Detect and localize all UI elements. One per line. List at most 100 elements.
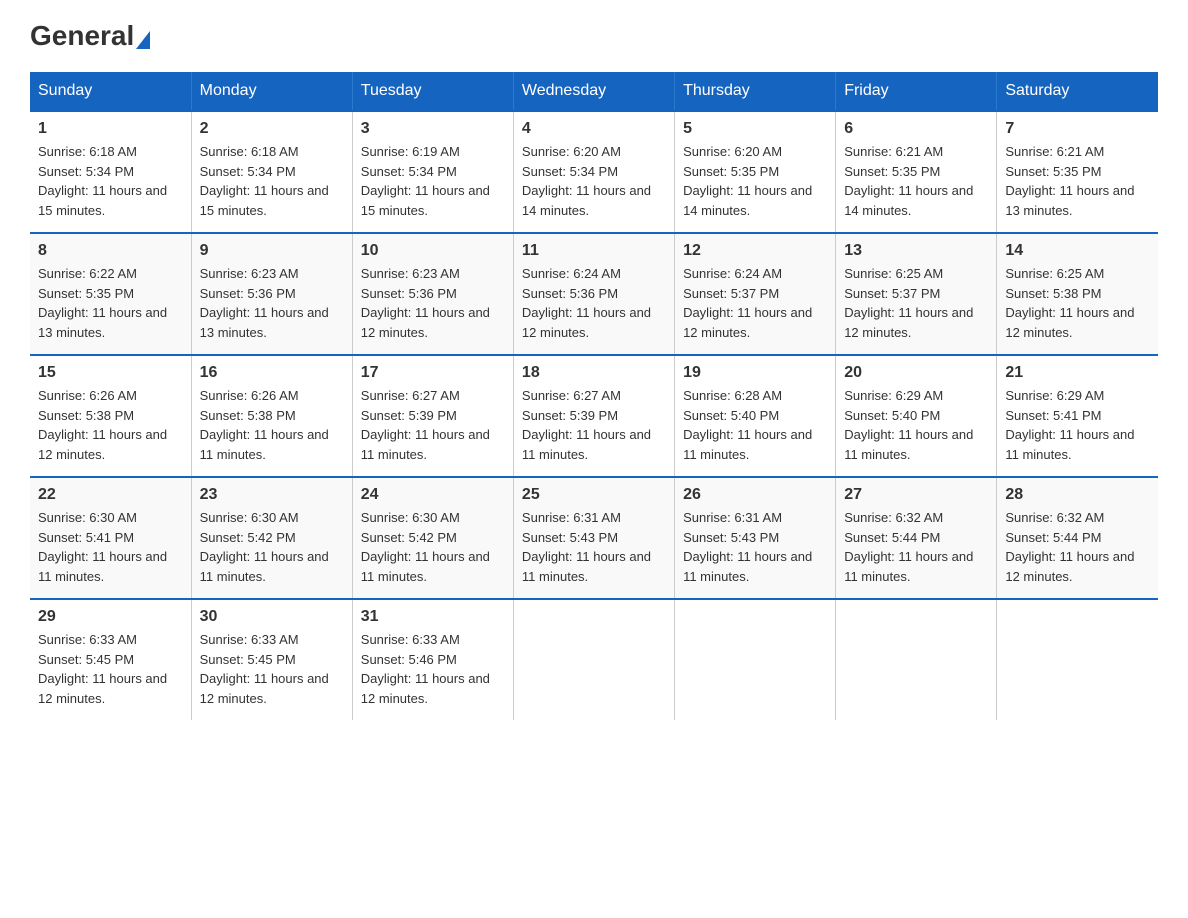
day-number: 24 <box>361 486 505 504</box>
header-sunday: Sunday <box>30 72 191 111</box>
logo: General <box>30 20 152 52</box>
day-info: Sunrise: 6:24 AM Sunset: 5:36 PM Dayligh… <box>522 264 666 342</box>
day-info: Sunrise: 6:30 AM Sunset: 5:42 PM Dayligh… <box>361 508 505 586</box>
calendar-cell: 1 Sunrise: 6:18 AM Sunset: 5:34 PM Dayli… <box>30 111 191 233</box>
calendar-cell: 15 Sunrise: 6:26 AM Sunset: 5:38 PM Dayl… <box>30 355 191 477</box>
calendar-cell: 29 Sunrise: 6:33 AM Sunset: 5:45 PM Dayl… <box>30 599 191 720</box>
day-number: 30 <box>200 608 344 626</box>
day-number: 7 <box>1005 120 1150 138</box>
day-number: 21 <box>1005 364 1150 382</box>
day-number: 29 <box>38 608 183 626</box>
day-info: Sunrise: 6:18 AM Sunset: 5:34 PM Dayligh… <box>38 142 183 220</box>
calendar-cell: 17 Sunrise: 6:27 AM Sunset: 5:39 PM Dayl… <box>352 355 513 477</box>
calendar-cell: 23 Sunrise: 6:30 AM Sunset: 5:42 PM Dayl… <box>191 477 352 599</box>
calendar-cell: 16 Sunrise: 6:26 AM Sunset: 5:38 PM Dayl… <box>191 355 352 477</box>
day-info: Sunrise: 6:20 AM Sunset: 5:35 PM Dayligh… <box>683 142 827 220</box>
calendar-week-row: 15 Sunrise: 6:26 AM Sunset: 5:38 PM Dayl… <box>30 355 1158 477</box>
day-info: Sunrise: 6:24 AM Sunset: 5:37 PM Dayligh… <box>683 264 827 342</box>
day-number: 3 <box>361 120 505 138</box>
day-info: Sunrise: 6:18 AM Sunset: 5:34 PM Dayligh… <box>200 142 344 220</box>
day-number: 27 <box>844 486 988 504</box>
header-friday: Friday <box>836 72 997 111</box>
calendar-cell: 8 Sunrise: 6:22 AM Sunset: 5:35 PM Dayli… <box>30 233 191 355</box>
day-number: 6 <box>844 120 988 138</box>
day-number: 4 <box>522 120 666 138</box>
day-number: 26 <box>683 486 827 504</box>
day-info: Sunrise: 6:29 AM Sunset: 5:40 PM Dayligh… <box>844 386 988 464</box>
day-info: Sunrise: 6:28 AM Sunset: 5:40 PM Dayligh… <box>683 386 827 464</box>
day-number: 25 <box>522 486 666 504</box>
day-info: Sunrise: 6:21 AM Sunset: 5:35 PM Dayligh… <box>844 142 988 220</box>
day-number: 22 <box>38 486 183 504</box>
calendar-cell: 9 Sunrise: 6:23 AM Sunset: 5:36 PM Dayli… <box>191 233 352 355</box>
calendar-header-row: SundayMondayTuesdayWednesdayThursdayFrid… <box>30 72 1158 111</box>
day-info: Sunrise: 6:26 AM Sunset: 5:38 PM Dayligh… <box>38 386 183 464</box>
day-number: 19 <box>683 364 827 382</box>
day-number: 12 <box>683 242 827 260</box>
calendar-cell: 3 Sunrise: 6:19 AM Sunset: 5:34 PM Dayli… <box>352 111 513 233</box>
calendar-cell: 10 Sunrise: 6:23 AM Sunset: 5:36 PM Dayl… <box>352 233 513 355</box>
calendar-week-row: 8 Sunrise: 6:22 AM Sunset: 5:35 PM Dayli… <box>30 233 1158 355</box>
calendar-week-row: 29 Sunrise: 6:33 AM Sunset: 5:45 PM Dayl… <box>30 599 1158 720</box>
day-number: 13 <box>844 242 988 260</box>
calendar-cell: 20 Sunrise: 6:29 AM Sunset: 5:40 PM Dayl… <box>836 355 997 477</box>
day-info: Sunrise: 6:23 AM Sunset: 5:36 PM Dayligh… <box>361 264 505 342</box>
calendar-cell: 19 Sunrise: 6:28 AM Sunset: 5:40 PM Dayl… <box>675 355 836 477</box>
day-number: 31 <box>361 608 505 626</box>
day-number: 8 <box>38 242 183 260</box>
day-number: 1 <box>38 120 183 138</box>
header-monday: Monday <box>191 72 352 111</box>
day-info: Sunrise: 6:25 AM Sunset: 5:37 PM Dayligh… <box>844 264 988 342</box>
calendar-cell: 7 Sunrise: 6:21 AM Sunset: 5:35 PM Dayli… <box>997 111 1158 233</box>
day-number: 23 <box>200 486 344 504</box>
day-info: Sunrise: 6:27 AM Sunset: 5:39 PM Dayligh… <box>522 386 666 464</box>
calendar-cell: 12 Sunrise: 6:24 AM Sunset: 5:37 PM Dayl… <box>675 233 836 355</box>
calendar-cell <box>675 599 836 720</box>
day-info: Sunrise: 6:32 AM Sunset: 5:44 PM Dayligh… <box>844 508 988 586</box>
calendar-cell: 28 Sunrise: 6:32 AM Sunset: 5:44 PM Dayl… <box>997 477 1158 599</box>
calendar-week-row: 1 Sunrise: 6:18 AM Sunset: 5:34 PM Dayli… <box>30 111 1158 233</box>
calendar-cell: 5 Sunrise: 6:20 AM Sunset: 5:35 PM Dayli… <box>675 111 836 233</box>
day-info: Sunrise: 6:33 AM Sunset: 5:45 PM Dayligh… <box>38 630 183 708</box>
header-thursday: Thursday <box>675 72 836 111</box>
day-number: 2 <box>200 120 344 138</box>
day-info: Sunrise: 6:23 AM Sunset: 5:36 PM Dayligh… <box>200 264 344 342</box>
day-info: Sunrise: 6:30 AM Sunset: 5:42 PM Dayligh… <box>200 508 344 586</box>
day-number: 5 <box>683 120 827 138</box>
calendar-week-row: 22 Sunrise: 6:30 AM Sunset: 5:41 PM Dayl… <box>30 477 1158 599</box>
calendar-cell <box>513 599 674 720</box>
calendar-cell: 13 Sunrise: 6:25 AM Sunset: 5:37 PM Dayl… <box>836 233 997 355</box>
day-info: Sunrise: 6:33 AM Sunset: 5:45 PM Dayligh… <box>200 630 344 708</box>
day-info: Sunrise: 6:26 AM Sunset: 5:38 PM Dayligh… <box>200 386 344 464</box>
day-info: Sunrise: 6:31 AM Sunset: 5:43 PM Dayligh… <box>522 508 666 586</box>
page-header: General <box>30 20 1158 52</box>
day-number: 16 <box>200 364 344 382</box>
day-info: Sunrise: 6:22 AM Sunset: 5:35 PM Dayligh… <box>38 264 183 342</box>
calendar-cell: 11 Sunrise: 6:24 AM Sunset: 5:36 PM Dayl… <box>513 233 674 355</box>
day-number: 14 <box>1005 242 1150 260</box>
calendar-cell: 25 Sunrise: 6:31 AM Sunset: 5:43 PM Dayl… <box>513 477 674 599</box>
day-number: 10 <box>361 242 505 260</box>
day-number: 28 <box>1005 486 1150 504</box>
day-number: 11 <box>522 242 666 260</box>
header-tuesday: Tuesday <box>352 72 513 111</box>
day-info: Sunrise: 6:19 AM Sunset: 5:34 PM Dayligh… <box>361 142 505 220</box>
calendar-cell: 24 Sunrise: 6:30 AM Sunset: 5:42 PM Dayl… <box>352 477 513 599</box>
calendar-table: SundayMondayTuesdayWednesdayThursdayFrid… <box>30 72 1158 720</box>
day-number: 17 <box>361 364 505 382</box>
day-info: Sunrise: 6:30 AM Sunset: 5:41 PM Dayligh… <box>38 508 183 586</box>
day-info: Sunrise: 6:31 AM Sunset: 5:43 PM Dayligh… <box>683 508 827 586</box>
calendar-cell: 14 Sunrise: 6:25 AM Sunset: 5:38 PM Dayl… <box>997 233 1158 355</box>
day-info: Sunrise: 6:21 AM Sunset: 5:35 PM Dayligh… <box>1005 142 1150 220</box>
calendar-cell: 30 Sunrise: 6:33 AM Sunset: 5:45 PM Dayl… <box>191 599 352 720</box>
day-number: 15 <box>38 364 183 382</box>
logo-triangle-icon <box>136 31 150 49</box>
calendar-cell: 22 Sunrise: 6:30 AM Sunset: 5:41 PM Dayl… <box>30 477 191 599</box>
header-wednesday: Wednesday <box>513 72 674 111</box>
day-info: Sunrise: 6:27 AM Sunset: 5:39 PM Dayligh… <box>361 386 505 464</box>
day-info: Sunrise: 6:25 AM Sunset: 5:38 PM Dayligh… <box>1005 264 1150 342</box>
day-info: Sunrise: 6:20 AM Sunset: 5:34 PM Dayligh… <box>522 142 666 220</box>
calendar-cell: 21 Sunrise: 6:29 AM Sunset: 5:41 PM Dayl… <box>997 355 1158 477</box>
calendar-cell: 31 Sunrise: 6:33 AM Sunset: 5:46 PM Dayl… <box>352 599 513 720</box>
day-number: 18 <box>522 364 666 382</box>
